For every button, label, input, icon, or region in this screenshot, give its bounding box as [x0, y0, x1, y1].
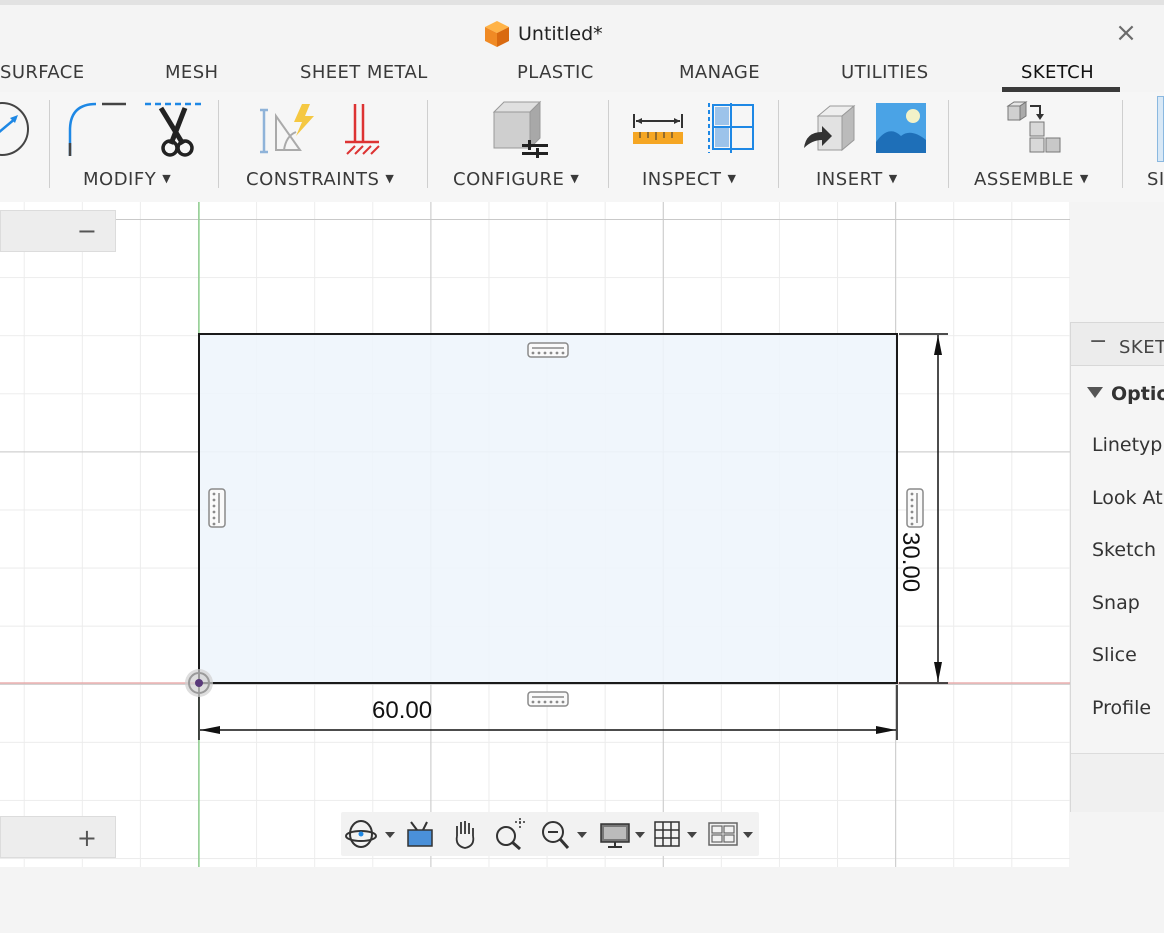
- window-title-wrap: Untitled*: [484, 19, 603, 49]
- ribbon-separator: [608, 100, 609, 188]
- constraints-icon[interactable]: [256, 102, 320, 158]
- viewports-icon[interactable]: [707, 818, 757, 850]
- ribbon-group-label: ASSEMBLE: [974, 169, 1074, 190]
- dropdown-caret-icon: ▼: [162, 172, 172, 185]
- assemble-component-icon[interactable]: [1006, 100, 1064, 156]
- sketch-origin-point[interactable]: [185, 669, 213, 697]
- close-icon[interactable]: ×: [1114, 20, 1138, 46]
- fix-constraint-icon[interactable]: [343, 102, 383, 156]
- ribbon-group-assemble[interactable]: ASSEMBLE ▼: [974, 169, 1089, 190]
- dropdown-caret-icon: ▼: [888, 172, 898, 185]
- ribbon-group-inspect[interactable]: INSPECT ▼: [642, 169, 736, 190]
- sketch-palette: − SKETC Optio Linetyp Look At Sketch Sna…: [1070, 322, 1164, 812]
- tab-utilities[interactable]: UTILITIES: [841, 62, 929, 83]
- sketch-palette-footer: [1071, 753, 1164, 812]
- insert-image-icon[interactable]: [875, 102, 927, 154]
- horizontal-constraint-icon[interactable]: [527, 691, 569, 707]
- vertical-constraint-icon[interactable]: [208, 488, 226, 528]
- collapse-panel-button[interactable]: −: [77, 217, 97, 245]
- app-document-icon: [485, 21, 509, 47]
- dropdown-caret-icon: ▼: [727, 172, 737, 185]
- ribbon-separator: [1122, 100, 1123, 188]
- minimize-palette-button[interactable]: −: [1089, 329, 1107, 354]
- ribbon-group-label: INSERT: [816, 169, 883, 190]
- ribbon-group-configure[interactable]: CONFIGURE ▼: [453, 169, 579, 190]
- workspace-tabs: SURFACE MESH SHEET METAL PLASTIC MANAGE …: [0, 56, 1164, 92]
- interference-icon[interactable]: [707, 101, 757, 155]
- palette-option-profile[interactable]: Profile: [1092, 697, 1151, 719]
- tab-plastic[interactable]: PLASTIC: [517, 62, 594, 83]
- insert-derive-icon[interactable]: [802, 104, 856, 154]
- ribbon-overflow-tool-icon[interactable]: [1157, 96, 1164, 162]
- bottom-area: [0, 867, 1164, 933]
- palette-option-slice[interactable]: Slice: [1092, 644, 1137, 666]
- tab-sheet-metal[interactable]: SHEET METAL: [300, 62, 428, 83]
- fillet-icon[interactable]: [66, 98, 128, 158]
- grid-icon[interactable]: [653, 818, 703, 850]
- browser-panel-collapsed: −: [0, 210, 116, 252]
- ribbon-group-partial[interactable]: SI: [1147, 169, 1164, 190]
- options-section-toggle[interactable]: Optio: [1087, 383, 1164, 405]
- ribbon-group-constraints[interactable]: CONSTRAINTS ▼: [246, 169, 394, 190]
- ribbon-group-label: INSPECT: [642, 169, 722, 190]
- palette-option-linetype[interactable]: Linetyp: [1092, 434, 1162, 456]
- sketch-palette-title: SKETC: [1119, 337, 1164, 358]
- sketch-offset-icon[interactable]: [0, 100, 32, 158]
- ribbon-separator: [218, 100, 219, 188]
- height-dimension-value[interactable]: 30.00: [896, 532, 924, 592]
- comments-panel-collapsed: +: [0, 816, 116, 858]
- ribbon-group-label: CONFIGURE: [453, 169, 565, 190]
- ribbon-separator: [427, 100, 428, 188]
- display-settings-icon[interactable]: [599, 818, 649, 850]
- expand-panel-button[interactable]: +: [77, 824, 97, 852]
- measure-icon[interactable]: [632, 112, 684, 146]
- dropdown-caret-icon: ▼: [1079, 172, 1089, 185]
- navigation-bar: [341, 812, 759, 856]
- ribbon-group-label: MODIFY: [83, 169, 157, 190]
- zoom-icon[interactable]: [539, 818, 591, 850]
- pan-icon[interactable]: [449, 818, 481, 850]
- palette-option-sketch-grid[interactable]: Sketch: [1092, 539, 1156, 561]
- dropdown-caret-icon: ▼: [385, 172, 395, 185]
- tab-manage[interactable]: MANAGE: [679, 62, 760, 83]
- ribbon-separator: [49, 100, 50, 188]
- orbit-icon[interactable]: [343, 818, 397, 850]
- horizontal-constraint-icon[interactable]: [527, 342, 569, 358]
- look-at-icon[interactable]: [405, 818, 435, 850]
- sketch-profile-rectangle[interactable]: [198, 333, 898, 684]
- zoom-window-icon[interactable]: [493, 818, 527, 850]
- ribbon-group-label: CONSTRAINTS: [246, 169, 380, 190]
- configure-icon[interactable]: [488, 100, 550, 160]
- vertical-constraint-icon[interactable]: [906, 488, 924, 528]
- palette-option-look-at[interactable]: Look At: [1092, 487, 1163, 509]
- window-title: Untitled*: [518, 23, 603, 45]
- ribbon-separator: [778, 100, 779, 188]
- ribbon-group-insert[interactable]: INSERT ▼: [816, 169, 898, 190]
- trim-icon[interactable]: [143, 98, 203, 160]
- tab-mesh[interactable]: MESH: [165, 62, 218, 83]
- palette-option-snap[interactable]: Snap: [1092, 592, 1140, 614]
- ribbon-separator: [948, 100, 949, 188]
- options-section-label: Optio: [1111, 383, 1164, 405]
- sketch-palette-header: − SKETC: [1071, 323, 1164, 366]
- title-bar: Untitled* ×: [0, 0, 1164, 56]
- tab-sketch[interactable]: SKETCH: [1021, 62, 1094, 83]
- width-dimension-value[interactable]: 60.00: [372, 697, 432, 725]
- expand-triangle-icon: [1087, 387, 1103, 398]
- tab-surface[interactable]: SURFACE: [0, 62, 85, 83]
- ribbon-group-modify[interactable]: MODIFY ▼: [83, 169, 171, 190]
- dropdown-caret-icon: ▼: [570, 172, 580, 185]
